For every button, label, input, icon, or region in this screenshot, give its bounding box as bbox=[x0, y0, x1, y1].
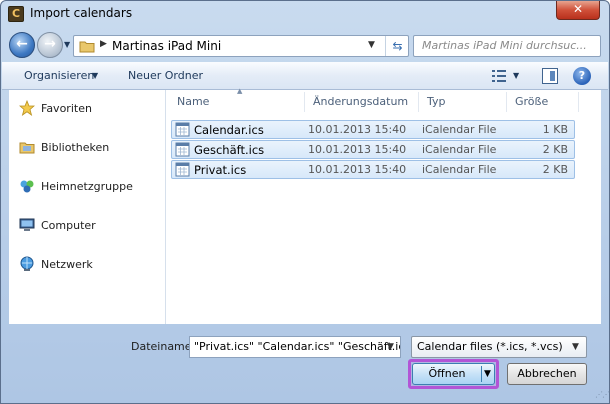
homegroup-icon bbox=[20, 180, 34, 193]
file-name: Privat.ics bbox=[194, 163, 247, 177]
column-header-name[interactable]: Name bbox=[171, 92, 305, 112]
sidebar-item-label: Heimnetzgruppe bbox=[41, 179, 133, 193]
filename-value[interactable]: "Privat.ics" "Calendar.ics" "Geschäft.ic… bbox=[194, 340, 400, 353]
forward-button[interactable]: → bbox=[37, 32, 63, 58]
sidebar-item-label: Netzwerk bbox=[41, 257, 93, 271]
open-button[interactable]: Öffnen ▼ bbox=[412, 363, 495, 385]
sidebar-item-label: Favoriten bbox=[41, 101, 92, 115]
column-header-type[interactable]: Typ bbox=[421, 92, 507, 112]
column-header-size[interactable]: Größe bbox=[509, 92, 579, 112]
library-icon bbox=[19, 142, 35, 154]
help-icon[interactable]: ? bbox=[573, 67, 591, 85]
resize-grip-icon[interactable]: ⋰⋰ bbox=[595, 390, 610, 399]
calendar-file-icon bbox=[175, 142, 190, 157]
computer-icon bbox=[19, 218, 35, 231]
refresh-icon[interactable]: ⇆ bbox=[385, 36, 409, 56]
file-type: iCalendar File bbox=[422, 123, 497, 136]
filename-dropdown-icon[interactable]: ▼ bbox=[387, 342, 394, 352]
view-options-icon[interactable] bbox=[491, 69, 507, 83]
folder-icon bbox=[79, 41, 95, 53]
command-toolbar: Organisieren ▼ Neuer Ordner ▼ ? bbox=[2, 62, 608, 90]
file-row[interactable]: Geschäft.ics 10.01.2013 15:40 iCalendar … bbox=[171, 140, 575, 159]
back-button[interactable]: ← bbox=[9, 32, 35, 58]
sidebar-item-homegroup[interactable]: Heimnetzgruppe bbox=[19, 176, 133, 196]
split-divider bbox=[481, 366, 482, 382]
sidebar-item-libraries[interactable]: Bibliotheken bbox=[19, 137, 109, 157]
organize-dropdown-icon[interactable]: ▼ bbox=[92, 71, 98, 80]
address-path[interactable]: Martinas iPad Mini bbox=[112, 39, 221, 53]
breadcrumb-separator-icon[interactable]: ▶ bbox=[100, 39, 107, 49]
filename-input[interactable]: "Privat.ics" "Calendar.ics" "Geschäft.ic… bbox=[189, 336, 401, 358]
file-name: Geschäft.ics bbox=[194, 143, 265, 157]
sidebar-item-label: Bibliotheken bbox=[41, 140, 110, 154]
network-icon bbox=[20, 256, 34, 271]
file-row[interactable]: Calendar.ics 10.01.2013 15:40 iCalendar … bbox=[171, 120, 575, 139]
dialog-footer: Dateiname: "Privat.ics" "Calendar.ics" "… bbox=[1, 324, 610, 404]
file-date: 10.01.2013 15:40 bbox=[308, 163, 407, 176]
filetype-value: Calendar files (*.ics, *.vcs) bbox=[417, 340, 563, 353]
file-date: 10.01.2013 15:40 bbox=[308, 123, 407, 136]
file-type: iCalendar File bbox=[422, 163, 497, 176]
file-list-pane: Name ▲ Änderungsdatum Typ Größe Calendar… bbox=[167, 87, 601, 324]
address-dropdown-icon[interactable]: ▼ bbox=[368, 40, 375, 50]
star-icon bbox=[19, 100, 35, 116]
sidebar-item-computer[interactable]: Computer bbox=[19, 215, 96, 235]
organize-button[interactable]: Organisieren bbox=[24, 69, 94, 82]
sidebar-item-label: Computer bbox=[41, 218, 96, 232]
file-name: Calendar.ics bbox=[194, 123, 264, 137]
new-folder-button[interactable]: Neuer Ordner bbox=[128, 69, 203, 82]
open-button-label: Öffnen bbox=[428, 367, 466, 380]
search-placeholder: Martinas iPad Mini durchsuc... bbox=[422, 39, 587, 52]
navigation-pane: Favoriten Bibliotheken Heimnetzgruppe Co… bbox=[9, 90, 166, 324]
file-size: 1 KB bbox=[542, 123, 568, 136]
filetype-dropdown-icon[interactable]: ▼ bbox=[572, 342, 579, 352]
filetype-select[interactable]: Calendar files (*.ics, *.vcs) ▼ bbox=[411, 336, 587, 358]
file-type: iCalendar File bbox=[422, 143, 497, 156]
recent-locations-chevron-icon[interactable]: ▼ bbox=[64, 40, 70, 49]
file-date: 10.01.2013 15:40 bbox=[308, 143, 407, 156]
window-title: Import calendars bbox=[30, 6, 133, 20]
close-button[interactable]: ✕ bbox=[556, 1, 600, 20]
calendar-file-icon bbox=[175, 122, 190, 137]
sidebar-item-network[interactable]: Netzwerk bbox=[19, 254, 93, 274]
file-size: 2 KB bbox=[542, 143, 568, 156]
view-dropdown-icon[interactable]: ▼ bbox=[513, 71, 519, 80]
address-bar[interactable]: ▶ Martinas iPad Mini ▼ ⇆ bbox=[73, 35, 409, 57]
column-header-date[interactable]: Änderungsdatum bbox=[307, 92, 419, 112]
preview-pane-icon[interactable] bbox=[542, 68, 558, 84]
calendar-file-icon bbox=[175, 162, 190, 177]
filename-label: Dateiname: bbox=[131, 340, 196, 353]
search-input[interactable]: Martinas iPad Mini durchsuc... bbox=[413, 35, 601, 57]
content-area: Favoriten Bibliotheken Heimnetzgruppe Co… bbox=[9, 87, 601, 324]
open-options-dropdown-icon[interactable]: ▼ bbox=[484, 369, 491, 379]
sidebar-item-favorites[interactable]: Favoriten bbox=[19, 98, 92, 118]
sort-ascending-icon: ▲ bbox=[237, 87, 243, 95]
navigation-bar: ← → ▼ ▶ Martinas iPad Mini ▼ ⇆ Martinas … bbox=[1, 28, 609, 60]
import-calendars-dialog: C Import calendars ✕ ← → ▼ ▶ Martinas iP… bbox=[0, 0, 610, 404]
title-bar: C Import calendars ✕ bbox=[1, 1, 609, 27]
file-row[interactable]: Privat.ics 10.01.2013 15:40 iCalendar Fi… bbox=[171, 160, 575, 179]
app-icon: C bbox=[8, 6, 24, 22]
file-size: 2 KB bbox=[542, 163, 568, 176]
cancel-button[interactable]: Abbrechen bbox=[507, 363, 587, 385]
